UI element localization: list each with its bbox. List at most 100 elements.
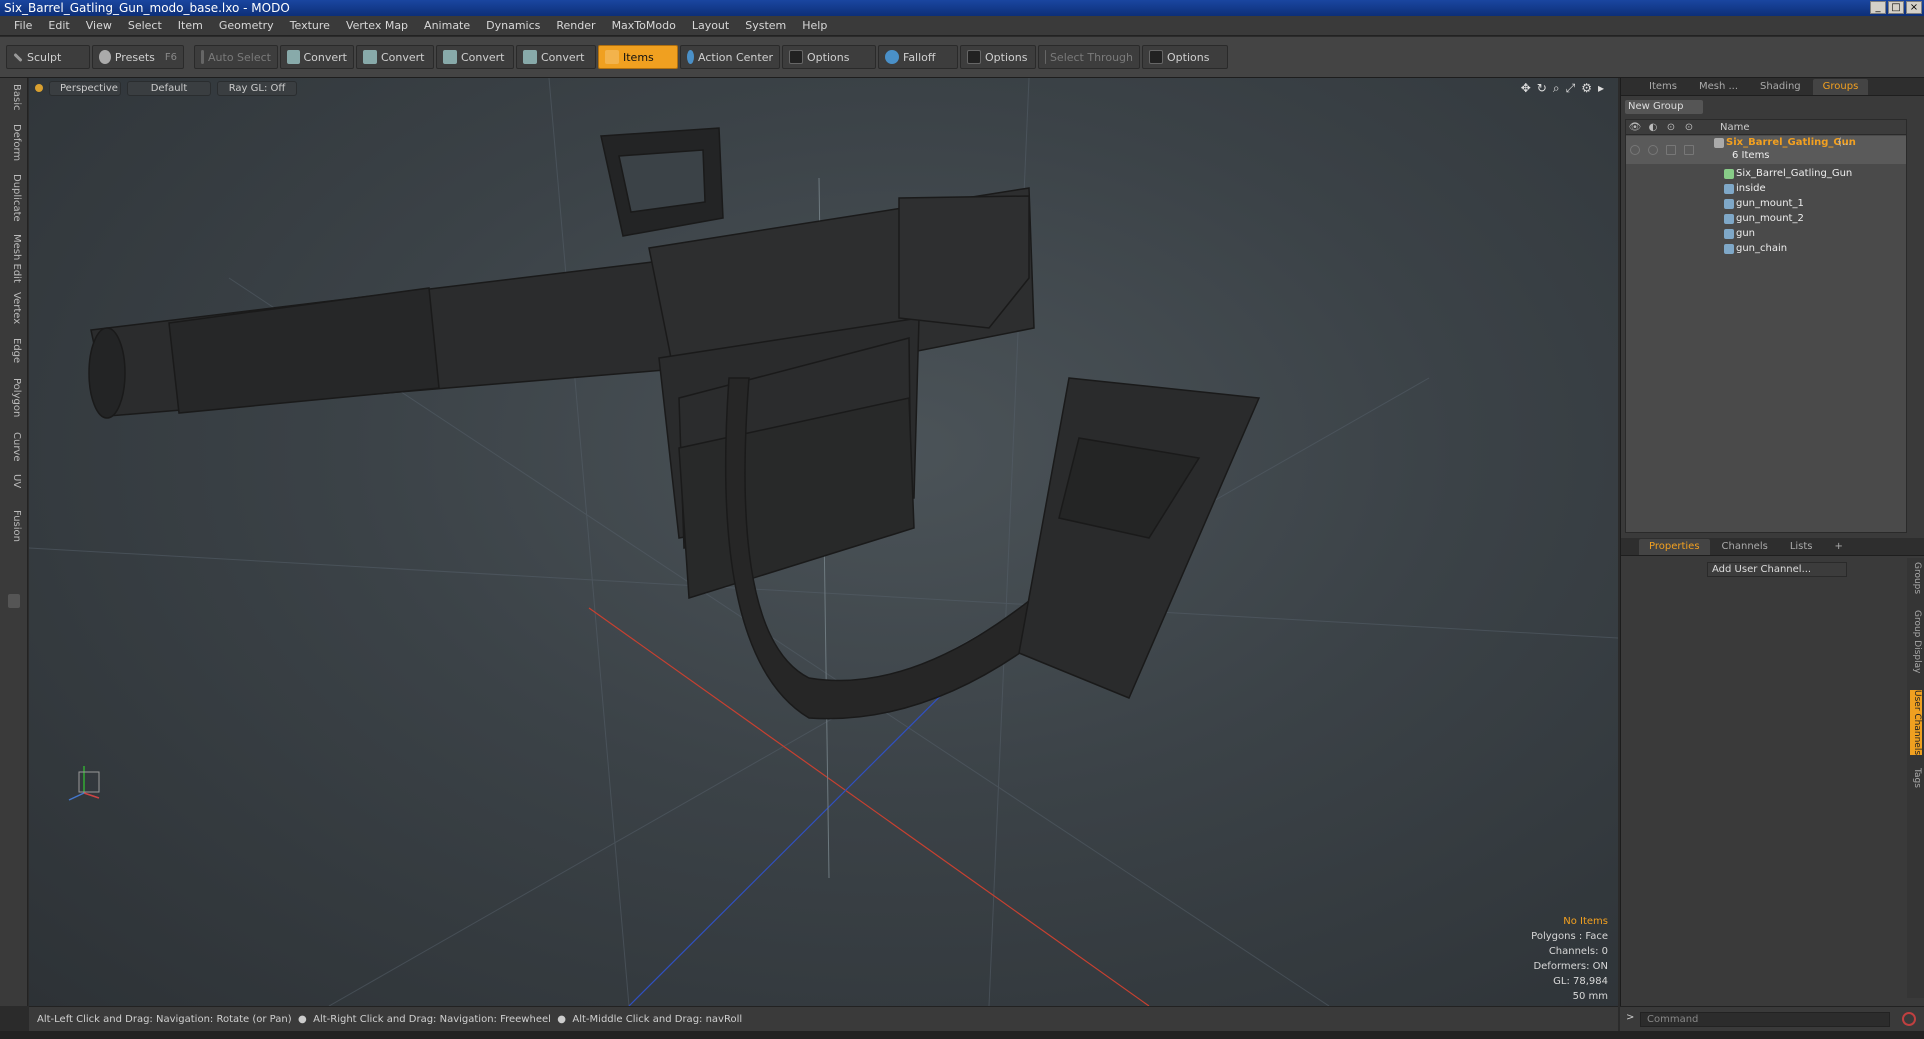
action-center-icon [687,50,695,64]
side-tab-tags[interactable]: Tags [1910,768,1922,788]
action-center-button[interactable]: Action Center [680,45,780,69]
group-child-row[interactable]: gun [1626,226,1906,242]
gear-icon[interactable]: ⚙ [1581,81,1592,96]
tab-basic[interactable]: Basic [4,84,22,110]
groups-panel-tabs: Items Mesh ... Shading Groups [1621,78,1924,96]
render-toggle-icon[interactable] [1648,145,1658,155]
menu-dynamics[interactable]: Dynamics [478,19,548,32]
select-column-icon[interactable]: ⊙ [1680,122,1698,133]
menu-render[interactable]: Render [548,19,603,32]
side-tab-user-channels[interactable]: User Channels [1910,690,1922,756]
viewport-menu-icon[interactable] [35,84,43,92]
options-button-2[interactable]: Options [960,45,1036,69]
sculpt-button[interactable]: Sculpt [6,45,90,69]
name-column-header[interactable]: Name [1720,122,1750,133]
select-toggle-icon[interactable] [1684,145,1694,155]
group-child-row[interactable]: gun_mount_2 [1626,211,1906,227]
menu-help[interactable]: Help [794,19,835,32]
options-button-1[interactable]: Options [782,45,876,69]
tab-lists[interactable]: Lists [1780,539,1823,555]
record-macro-icon[interactable] [1902,1012,1916,1026]
presets-button[interactable]: Presets F6 [92,45,184,69]
menu-animate[interactable]: Animate [416,19,478,32]
select-through-icon [1045,50,1046,64]
group-child-name: Six_Barrel_Gatling_Gun [1736,168,1853,179]
rotate-icon[interactable]: ↻ [1537,81,1547,96]
group-row-root[interactable]: Six_Barrel_Gatling_Gun (... 6 Items [1626,136,1906,164]
tab-groups[interactable]: Groups [1812,78,1869,95]
tab-properties[interactable]: Properties [1639,538,1710,555]
group-child-row[interactable]: Six_Barrel_Gatling_Gun [1626,166,1906,182]
options-checkbox-icon [967,50,981,64]
tab-curve[interactable]: Curve [4,432,22,462]
tab-toggle-icon[interactable] [8,594,20,608]
menu-edit[interactable]: Edit [40,19,77,32]
convert-button-1[interactable]: Convert [280,45,354,69]
menu-item[interactable]: Item [170,19,211,32]
menu-layout[interactable]: Layout [684,19,737,32]
chevron-right-icon[interactable]: ▸ [1598,81,1604,96]
tab-vertex[interactable]: Vertex [4,292,22,324]
lock-column-icon[interactable]: ⊙ [1662,122,1680,133]
zoom-icon[interactable]: ⌕ [1553,81,1560,96]
auto-select-button[interactable]: Auto Select [194,45,278,69]
tab-uv[interactable]: UV [4,474,22,488]
convert-button-3[interactable]: Convert [436,45,514,69]
menu-select[interactable]: Select [120,19,170,32]
menu-texture[interactable]: Texture [282,19,338,32]
render-column-icon[interactable]: ◐ [1644,122,1662,133]
side-tab-groups[interactable]: Groups [1910,562,1922,594]
fit-icon[interactable]: ⤢ [1566,81,1576,96]
options-button-3[interactable]: Options [1142,45,1228,69]
tab-fusion[interactable]: Fusion [4,510,22,542]
visibility-column-icon[interactable]: 👁 [1626,122,1644,133]
menu-geometry[interactable]: Geometry [211,19,282,32]
lock-toggle-icon[interactable] [1666,145,1676,155]
tab-edge[interactable]: Edge [4,338,22,363]
new-group-button[interactable]: New Group [1625,100,1703,114]
group-child-row[interactable]: gun_chain [1626,241,1906,257]
raygl-toggle[interactable]: Ray GL: Off [217,80,297,96]
add-user-channel-button[interactable]: Add User Channel... [1707,562,1847,577]
tab-shading[interactable]: Shading [1750,79,1811,95]
falloff-icon [885,50,899,64]
tab-mesh-edit[interactable]: Mesh Edit [4,234,22,283]
items-mode-button[interactable]: Items [598,45,678,69]
window-titlebar: Six_Barrel_Gatling_Gun_modo_base.lxo - M… [0,0,1924,16]
items-label: Items [623,50,654,64]
convert-label-2: Convert [381,50,425,64]
add-tab-icon[interactable]: + [1825,539,1853,555]
menu-system[interactable]: System [737,19,794,32]
side-tab-group-display[interactable]: Group Display [1910,610,1922,673]
falloff-button[interactable]: Falloff [878,45,958,69]
tab-deform[interactable]: Deform [4,124,22,161]
shading-dropdown[interactable]: Default [127,80,211,96]
close-button[interactable]: × [1906,1,1922,14]
status-hint-rotate: Alt-Left Click and Drag: Navigation: Rot… [37,1014,292,1025]
tab-duplicate[interactable]: Duplicate [4,174,22,222]
menu-file[interactable]: File [6,19,40,32]
view-type-dropdown[interactable]: Perspective [49,80,121,96]
menu-vertex-map[interactable]: Vertex Map [338,19,416,32]
tab-mesh[interactable]: Mesh ... [1689,79,1748,95]
tab-channels[interactable]: Channels [1712,539,1778,555]
visibility-toggle-icon[interactable] [1630,145,1640,155]
tab-items[interactable]: Items [1639,79,1687,95]
minimize-button[interactable]: _ [1870,1,1886,14]
pan-icon[interactable]: ✥ [1521,81,1531,96]
group-child-row[interactable]: inside [1626,181,1906,197]
menu-maxtomodo[interactable]: MaxToModo [604,19,684,32]
convert-button-2[interactable]: Convert [356,45,434,69]
maximize-button[interactable]: □ [1888,1,1904,14]
convert-button-4[interactable]: Convert [516,45,596,69]
select-through-button[interactable]: Select Through [1038,45,1140,69]
tab-polygon[interactable]: Polygon [4,378,22,417]
info-gl: GL: 78,984 [1553,976,1608,987]
command-history-icon[interactable]: > [1626,1012,1634,1023]
command-input[interactable]: Command [1640,1012,1890,1027]
group-child-row[interactable]: gun_mount_1 [1626,196,1906,212]
3d-viewport[interactable]: Perspective Default Ray GL: Off ✥ ↻ ⌕ ⤢ … [29,78,1618,1006]
convert-vertex-icon [287,50,300,64]
properties-side-tabs: Groups Group Display User Channels Tags [1907,558,1924,998]
menu-view[interactable]: View [78,19,120,32]
